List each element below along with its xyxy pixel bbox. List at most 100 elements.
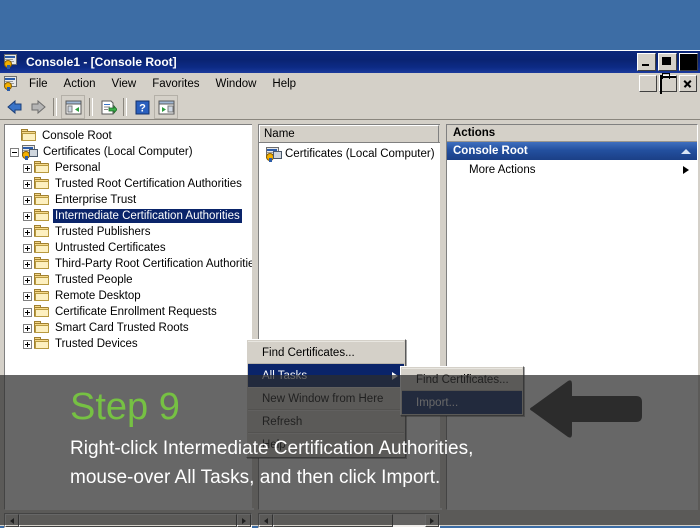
tree-item-label: Certificate Enrollment Requests xyxy=(55,306,217,318)
folder-icon xyxy=(34,257,50,271)
folder-icon xyxy=(34,177,50,191)
minimize-button[interactable] xyxy=(637,53,656,71)
expander-plus-icon[interactable] xyxy=(21,210,34,223)
tree-item-third-party-root-certification-authorities[interactable]: Third-Party Root Certification Authoriti… xyxy=(8,256,253,272)
help-button[interactable]: ? xyxy=(131,96,153,118)
context-menu-item-find-certificates[interactable]: Find Certificates... xyxy=(248,341,404,364)
menu-item-action[interactable]: Action xyxy=(56,76,104,92)
tree-item-smart-card-trusted-roots[interactable]: Smart Card Trusted Roots xyxy=(8,320,253,336)
show-hide-action-pane-button[interactable] xyxy=(154,95,178,119)
tree-item-untrusted-certificates[interactable]: Untrusted Certificates xyxy=(8,240,253,256)
menu-item-window[interactable]: Window xyxy=(208,76,265,92)
mdi-close-button[interactable] xyxy=(679,75,697,92)
expander-plus-icon[interactable] xyxy=(21,306,34,319)
tree-item-personal[interactable]: Personal xyxy=(8,160,253,176)
show-hide-console-tree-button[interactable] xyxy=(61,95,85,119)
folder-icon xyxy=(34,305,50,319)
tree-item-console-root[interactable]: Console Root xyxy=(8,128,253,144)
close-button[interactable] xyxy=(679,53,698,71)
mdi-child-icon xyxy=(3,75,21,92)
forward-button[interactable] xyxy=(27,96,49,118)
folder-icon xyxy=(34,289,50,303)
folder-icon xyxy=(34,337,50,351)
tree-item-label: Trusted People xyxy=(55,274,133,286)
window-controls xyxy=(637,53,698,71)
tree-item-label: Trusted Devices xyxy=(55,338,138,350)
expander-plus-icon[interactable] xyxy=(21,242,34,255)
window-titlebar[interactable]: Console1 - [Console Root] xyxy=(0,51,700,73)
expander-plus-icon[interactable] xyxy=(21,338,34,351)
tree-item-label: Untrusted Certificates xyxy=(55,242,166,254)
tree-item-label: Smart Card Trusted Roots xyxy=(55,322,189,334)
certificate-computer-icon xyxy=(21,144,38,160)
tree-item-intermediate-certification-authorities[interactable]: Intermediate Certification Authorities xyxy=(8,208,253,224)
export-list-button[interactable] xyxy=(97,96,119,118)
action-item-label: More Actions xyxy=(469,164,536,176)
tree-item-label: Console Root xyxy=(42,130,112,142)
tree-item-label: Certificates (Local Computer) xyxy=(43,146,193,158)
expander-plus-icon[interactable] xyxy=(21,162,34,175)
tree-item-certificate-enrollment-requests[interactable]: Certificate Enrollment Requests xyxy=(8,304,253,320)
mmc-console-icon xyxy=(3,54,21,70)
back-button[interactable] xyxy=(4,96,26,118)
expander-plus-icon[interactable] xyxy=(21,290,34,303)
actions-pane-header: Actions xyxy=(447,125,697,142)
actions-group-console-root[interactable]: Console Root xyxy=(447,142,697,160)
expander-plus-icon[interactable] xyxy=(21,226,34,239)
expander-plus-icon[interactable] xyxy=(21,194,34,207)
tree-item-trusted-root-certification-authorities[interactable]: Trusted Root Certification Authorities xyxy=(8,176,253,192)
toolbar: ? xyxy=(0,95,700,120)
folder-icon xyxy=(34,161,50,175)
folder-icon xyxy=(34,273,50,287)
tree-item-label: Enterprise Trust xyxy=(55,194,137,206)
tree-item-enterprise-trust[interactable]: Enterprise Trust xyxy=(8,192,253,208)
list-column-header: Name xyxy=(259,125,441,143)
folder-icon xyxy=(34,193,50,207)
caption-overlay: Step 9 Right-click Intermediate Certific… xyxy=(0,375,700,525)
tree-item-label: Remote Desktop xyxy=(55,290,141,302)
action-more-actions[interactable]: More Actions xyxy=(447,160,697,180)
tree-item-label-selected: Intermediate Certification Authorities xyxy=(53,209,242,223)
tree-item-trusted-people[interactable]: Trusted People xyxy=(8,272,253,288)
menu-item-view[interactable]: View xyxy=(104,76,145,92)
context-menu-item-label: Find Certificates... xyxy=(262,346,355,359)
list-item-label: Certificates (Local Computer) xyxy=(285,148,435,160)
mdi-minimize-button[interactable] xyxy=(639,75,657,92)
mdi-window-controls xyxy=(639,75,697,94)
menu-item-help[interactable]: Help xyxy=(264,76,304,92)
expander-plus-icon[interactable] xyxy=(21,274,34,287)
tree-item-label: Third-Party Root Certification Authoriti… xyxy=(55,258,254,270)
folder-icon xyxy=(21,129,37,143)
folder-icon xyxy=(34,241,50,255)
actions-group-label: Console Root xyxy=(453,145,528,157)
certificate-computer-icon xyxy=(265,146,282,162)
tree-item-label: Trusted Root Certification Authorities xyxy=(55,178,242,190)
toolbar-separator xyxy=(123,98,127,116)
list-item[interactable]: Certificates (Local Computer) xyxy=(259,143,441,163)
column-header-name[interactable]: Name xyxy=(259,125,439,142)
toolbar-separator xyxy=(53,98,57,116)
caption-line-1: Right-click Intermediate Certification A… xyxy=(70,438,474,459)
tree-item-certificates-local-computer[interactable]: Certificates (Local Computer) xyxy=(8,144,253,160)
maximize-button[interactable] xyxy=(658,53,677,71)
step-label: Step 9 xyxy=(70,386,180,428)
folder-icon xyxy=(34,225,50,239)
expander-minus-icon[interactable] xyxy=(8,146,21,159)
console-tree: Console Root Certificates (Local Compute… xyxy=(5,125,253,352)
menu-item-favorites[interactable]: Favorites xyxy=(144,76,207,92)
expander-plus-icon[interactable] xyxy=(21,258,34,271)
svg-text:?: ? xyxy=(139,102,146,114)
toolbar-separator xyxy=(89,98,93,116)
caption-line-2: mouse-over All Tasks, and then click Imp… xyxy=(70,467,441,488)
mdi-restore-button[interactable] xyxy=(659,75,677,94)
folder-icon xyxy=(34,321,50,335)
chevron-up-icon[interactable] xyxy=(681,148,691,154)
menu-item-file[interactable]: File xyxy=(21,76,56,92)
tree-item-remote-desktop[interactable]: Remote Desktop xyxy=(8,288,253,304)
menu-bar: File Action View Favorites Window Help xyxy=(0,73,700,95)
expander-plus-icon[interactable] xyxy=(21,322,34,335)
expander-plus-icon[interactable] xyxy=(21,178,34,191)
tree-item-trusted-devices[interactable]: Trusted Devices xyxy=(8,336,253,352)
tree-item-trusted-publishers[interactable]: Trusted Publishers xyxy=(8,224,253,240)
tree-item-label: Trusted Publishers xyxy=(55,226,151,238)
